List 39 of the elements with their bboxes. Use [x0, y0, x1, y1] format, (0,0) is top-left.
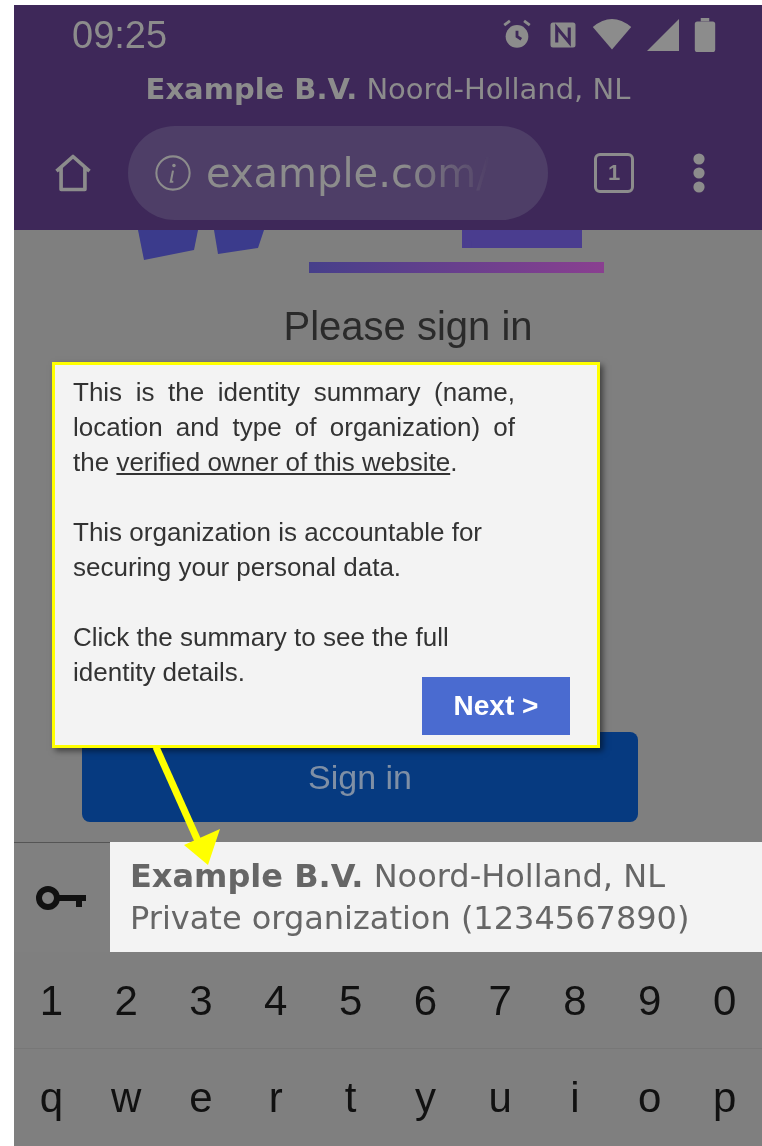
keyboard-key[interactable]: 3 [163, 968, 239, 1032]
verified-owner-link[interactable]: verified owner of this website [116, 447, 451, 477]
keyboard-key[interactable]: e [163, 1066, 239, 1129]
next-button[interactable]: Next > [422, 677, 570, 735]
wifi-icon [592, 19, 632, 51]
key-button[interactable] [14, 842, 110, 952]
keyboard-key[interactable]: 8 [537, 968, 613, 1032]
url-text: example.com/ [206, 148, 490, 198]
identity-summary[interactable]: Example B.V. Noord-Holland, NL Private organization (1234567890) [110, 842, 762, 952]
keyboard-key[interactable]: 5 [313, 968, 388, 1032]
identity-type: Private organization (1234567890) [130, 898, 691, 939]
keyboard-key[interactable]: w [88, 1066, 164, 1129]
identity-name: Example B.V. Noord-Holland, NL [130, 856, 666, 897]
tooltip-text: This organization is accountable for securing your personal data. [73, 516, 483, 584]
keyboard-key[interactable]: o [612, 1066, 688, 1129]
keyboard-key[interactable]: y [388, 1066, 463, 1129]
keyboard-key[interactable]: 6 [388, 968, 463, 1032]
keyboard-key[interactable]: u [462, 1066, 538, 1129]
keyboard-key[interactable]: q [14, 1066, 89, 1129]
page-heading: Please sign in [283, 303, 533, 350]
battery-icon [694, 18, 716, 52]
keyboard-key[interactable]: r [238, 1066, 314, 1129]
keyboard-key[interactable]: p [687, 1066, 762, 1129]
tab-count-button[interactable]: 1 [594, 152, 634, 193]
keyboard-key[interactable]: 7 [462, 968, 538, 1032]
keyboard-key[interactable]: 9 [612, 968, 688, 1032]
keyboard-key[interactable]: 0 [687, 968, 762, 1032]
tooltip-text: This is the identity summary (name, location and type of organization) of the verified owner of this website. [73, 376, 515, 479]
key-icon [36, 883, 88, 912]
keyboard-key[interactable]: i [537, 1066, 613, 1129]
keyboard-key[interactable]: t [313, 1066, 388, 1129]
keyboard-key[interactable]: 2 [88, 968, 164, 1032]
keyboard-key[interactable]: 4 [238, 968, 314, 1032]
keyboard-key[interactable]: 1 [14, 968, 89, 1032]
clock-time: 09:25 [72, 12, 168, 58]
url-field[interactable]: example.com/ [128, 125, 548, 220]
signal-icon [646, 19, 680, 51]
info-icon [154, 153, 192, 192]
more-menu-icon[interactable] [692, 150, 706, 195]
